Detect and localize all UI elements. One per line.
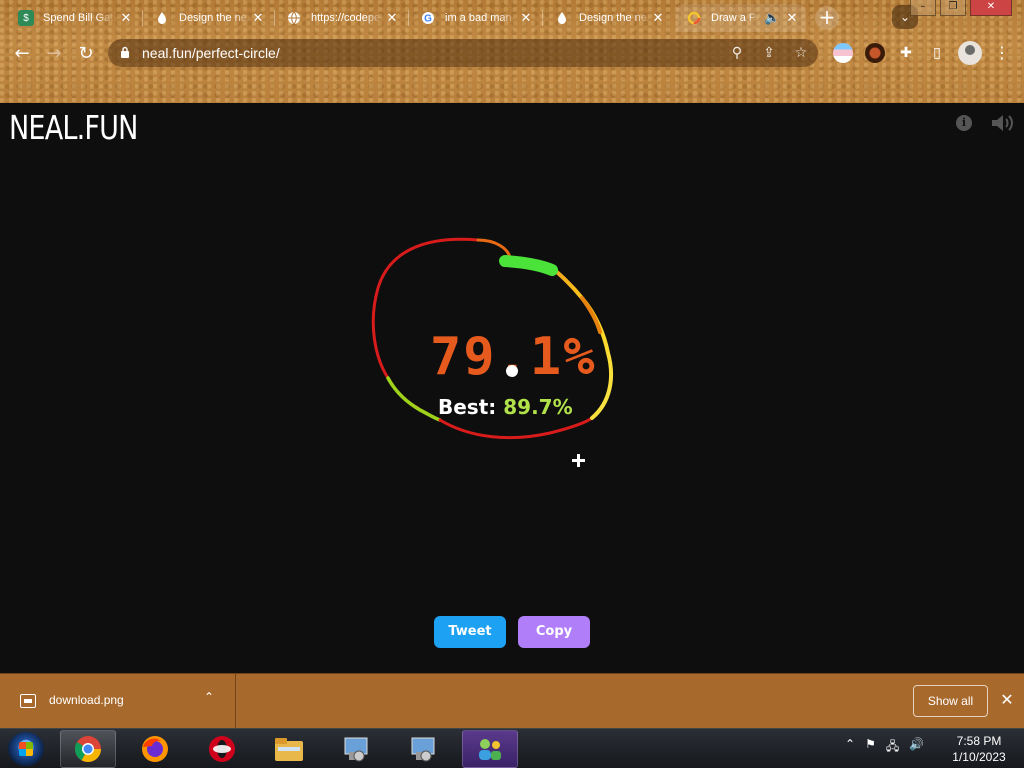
side-panel-icon[interactable]: ▯ xyxy=(928,44,946,62)
tab-title: Design the next xyxy=(579,12,651,24)
tab-spend-bill-gates[interactable]: $ Spend Bill Gates ✕ xyxy=(8,4,140,32)
extension-flag-icon[interactable] xyxy=(833,43,853,63)
extension-avatar-icon[interactable] xyxy=(865,43,885,63)
tab-separator xyxy=(408,10,409,26)
globe-icon xyxy=(286,10,302,26)
url-text: neal.fun/perfect-circle/ xyxy=(142,45,280,61)
tray-chevron-icon[interactable]: ⌃ xyxy=(845,737,855,758)
drop-icon xyxy=(154,10,170,26)
tab-title: Design the next xyxy=(179,12,251,24)
close-icon[interactable]: ✕ xyxy=(784,10,800,26)
reload-icon[interactable]: ↻ xyxy=(72,40,100,68)
chrome-taskbar-icon[interactable] xyxy=(60,730,116,768)
lock-icon xyxy=(121,46,129,58)
tab-strip: $ Spend Bill Gates ✕ Design the next ✕ h… xyxy=(0,0,1024,36)
profile-avatar-icon[interactable] xyxy=(958,41,982,65)
extensions-puzzle-icon[interactable]: ✚ xyxy=(897,44,915,62)
restore-icon[interactable]: ❐ xyxy=(940,0,966,16)
back-icon[interactable]: ← xyxy=(8,40,36,68)
zoom-icon[interactable]: ⚲ xyxy=(728,44,746,62)
circle-icon xyxy=(686,10,702,26)
bookmark-star-icon[interactable]: ☆ xyxy=(792,44,810,62)
crosshair-cursor-icon xyxy=(572,454,585,467)
tab-title: Draw a Perfect xyxy=(711,12,759,24)
google-icon: G xyxy=(420,10,436,26)
menu-kebab-icon[interactable]: ⋮ xyxy=(994,43,1010,63)
downloads-shelf: download.png ⌃ Show all ✕ xyxy=(0,673,1024,729)
info-icon[interactable]: i xyxy=(956,115,972,131)
flag-icon[interactable]: ⚑ xyxy=(865,737,876,758)
tab-google-search[interactable]: G im a bad man ✕ xyxy=(410,4,540,32)
firefox-taskbar-icon[interactable] xyxy=(127,730,183,768)
new-tab-button[interactable]: + xyxy=(815,6,839,30)
tab-draw-perfect-circle[interactable]: Draw a Perfect 🔈 ✕ xyxy=(676,4,806,32)
tab-design-next-2[interactable]: Design the next ✕ xyxy=(544,4,672,32)
tab-separator xyxy=(142,10,143,26)
setup-app-taskbar-icon[interactable] xyxy=(328,730,384,768)
opera-taskbar-icon[interactable] xyxy=(194,730,250,768)
drop-icon xyxy=(554,10,570,26)
best-label: Best: xyxy=(438,395,497,419)
image-file-icon xyxy=(20,694,36,708)
sound-icon[interactable] xyxy=(990,112,1014,134)
tab-title: https://codepen xyxy=(311,12,383,24)
speaker-icon[interactable]: 🔈 xyxy=(764,10,780,26)
accuracy-score: 79.1% xyxy=(430,327,597,387)
taskbar: ⌃ ⚑ 🖧 🔊 7:58 PM 1/10/2023 xyxy=(0,728,1024,768)
file-explorer-taskbar-icon[interactable] xyxy=(261,730,317,768)
tab-codepen[interactable]: https://codepen ✕ xyxy=(276,4,406,32)
close-icon[interactable]: ✕ xyxy=(998,690,1016,709)
forward-icon[interactable]: → xyxy=(40,40,68,68)
network-icon[interactable]: 🖧 xyxy=(886,737,899,758)
center-dot xyxy=(506,365,518,377)
screen: $ Spend Bill Gates ✕ Design the next ✕ h… xyxy=(0,0,1024,768)
volume-icon[interactable]: 🔊 xyxy=(909,737,924,758)
tab-separator xyxy=(542,10,543,26)
close-window-icon[interactable]: ✕ xyxy=(970,0,1012,16)
window-controls: – ❐ ✕ xyxy=(910,0,1012,16)
address-bar[interactable]: neal.fun/perfect-circle/ ⚲ ⇪ ☆ xyxy=(108,39,818,67)
site-logo[interactable]: NEAL.FUN xyxy=(9,108,138,147)
clock-time: 7:58 PM xyxy=(956,734,1002,748)
copy-button[interactable]: Copy xyxy=(518,616,590,648)
tab-title: im a bad man xyxy=(445,12,512,24)
close-icon[interactable]: ✕ xyxy=(384,10,400,26)
tab-title: Spend Bill Gates xyxy=(43,12,115,24)
chevron-up-icon[interactable]: ⌃ xyxy=(204,690,214,704)
setup-app-taskbar-icon-2[interactable] xyxy=(395,730,451,768)
clock[interactable]: 7:58 PM 1/10/2023 xyxy=(948,733,1010,765)
tweet-button[interactable]: Tweet xyxy=(434,616,506,648)
download-file-name: download.png xyxy=(49,693,124,707)
start-button[interactable] xyxy=(8,732,44,766)
users-app-taskbar-icon[interactable] xyxy=(462,730,518,768)
show-all-button[interactable]: Show all xyxy=(913,685,988,717)
download-item[interactable]: download.png ⌃ xyxy=(0,674,236,729)
close-icon[interactable]: ✕ xyxy=(650,10,666,26)
close-icon[interactable]: ✕ xyxy=(118,10,134,26)
browser-toolbar: ← → ↻ neal.fun/perfect-circle/ ⚲ ⇪ ☆ ✚ ▯… xyxy=(0,36,1024,70)
best-score: Best: 89.7% xyxy=(438,395,573,419)
close-icon[interactable]: ✕ xyxy=(250,10,266,26)
tab-design-next[interactable]: Design the next ✕ xyxy=(144,4,272,32)
minimize-icon[interactable]: – xyxy=(910,0,936,16)
svg-text:G: G xyxy=(424,14,432,25)
browser-chrome: $ Spend Bill Gates ✕ Design the next ✕ h… xyxy=(0,0,1024,103)
tab-separator xyxy=(274,10,275,26)
page-content: NEAL.FUN i 79.1% Best: 89.7% Tweet Copy xyxy=(0,103,1024,673)
clock-date: 1/10/2023 xyxy=(952,750,1006,764)
share-icon[interactable]: ⇪ xyxy=(760,44,778,62)
close-icon[interactable]: ✕ xyxy=(518,10,534,26)
best-value: 89.7% xyxy=(503,395,573,419)
money-icon: $ xyxy=(18,10,34,26)
system-tray: ⌃ ⚑ 🖧 🔊 xyxy=(845,737,924,758)
